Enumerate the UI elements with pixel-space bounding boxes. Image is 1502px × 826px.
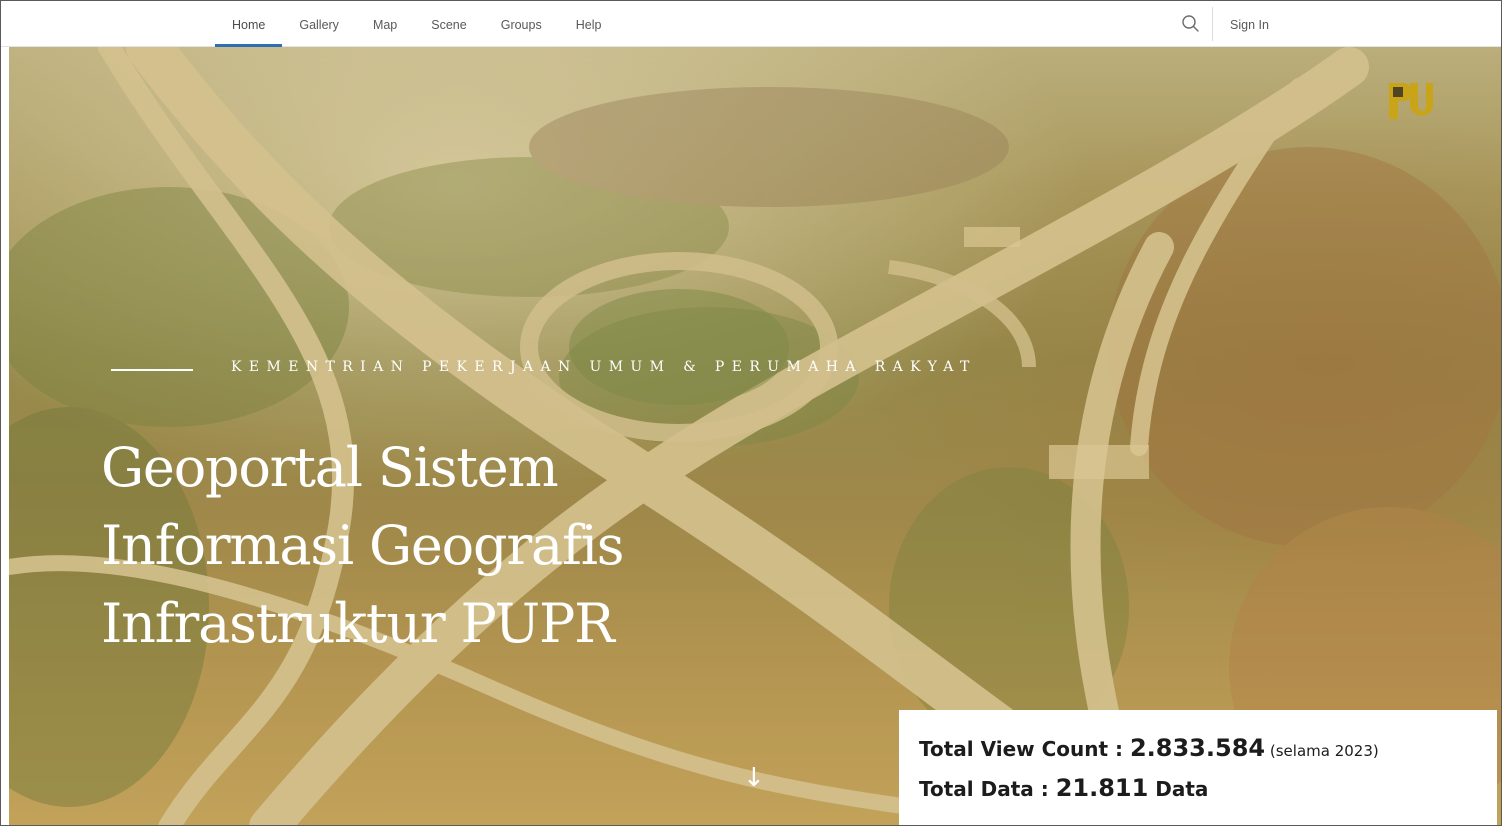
pupr-logo-icon[interactable] [1387, 79, 1433, 123]
view-count-label: Total View Count : [919, 737, 1130, 761]
nav-item-map[interactable]: Map [356, 1, 414, 47]
view-count-value: 2.833.584 [1129, 734, 1266, 762]
nav-divider [1212, 7, 1213, 41]
sign-in-link[interactable]: Sign In [1230, 1, 1269, 47]
nav-item-gallery[interactable]: Gallery [282, 1, 356, 47]
nav-menu: Home Gallery Map Scene Groups Help [215, 1, 618, 47]
view-count-note: (selama 2023) [1265, 742, 1379, 760]
total-data-value: 21.811 [1055, 774, 1149, 802]
stats-card: Total View Count : 2.833.584 (selama 202… [899, 710, 1497, 825]
total-data-row: Total Data : 21.811 Data [919, 774, 1497, 814]
search-icon [1182, 15, 1199, 32]
nav-item-scene[interactable]: Scene [414, 1, 483, 47]
page-title: Geoportal Sistem Informasi Geografis Inf… [101, 429, 781, 663]
page-frame: Home Gallery Map Scene Groups Help Sign … [0, 0, 1502, 826]
top-navigation: Home Gallery Map Scene Groups Help Sign … [1, 1, 1501, 47]
title-line: Informasi Geografis [101, 514, 625, 577]
kicker-line [111, 369, 193, 371]
arrow-down-icon[interactable]: ↓ [743, 763, 765, 793]
ministry-kicker: KEMENTRIAN PEKERJAAN UMUM & PERUMAHA RAK… [231, 359, 977, 375]
view-count-row: Total View Count : 2.833.584 (selama 202… [919, 734, 1497, 774]
search-button[interactable] [1171, 9, 1211, 39]
title-line: Geoportal Sistem [101, 436, 559, 499]
nav-item-help[interactable]: Help [559, 1, 619, 47]
nav-item-home[interactable]: Home [215, 1, 283, 47]
total-data-label: Total Data : [919, 777, 1056, 801]
total-data-unit: Data [1148, 777, 1209, 801]
nav-item-groups[interactable]: Groups [484, 1, 559, 47]
title-line: Infrastruktur PUPR [101, 592, 615, 655]
